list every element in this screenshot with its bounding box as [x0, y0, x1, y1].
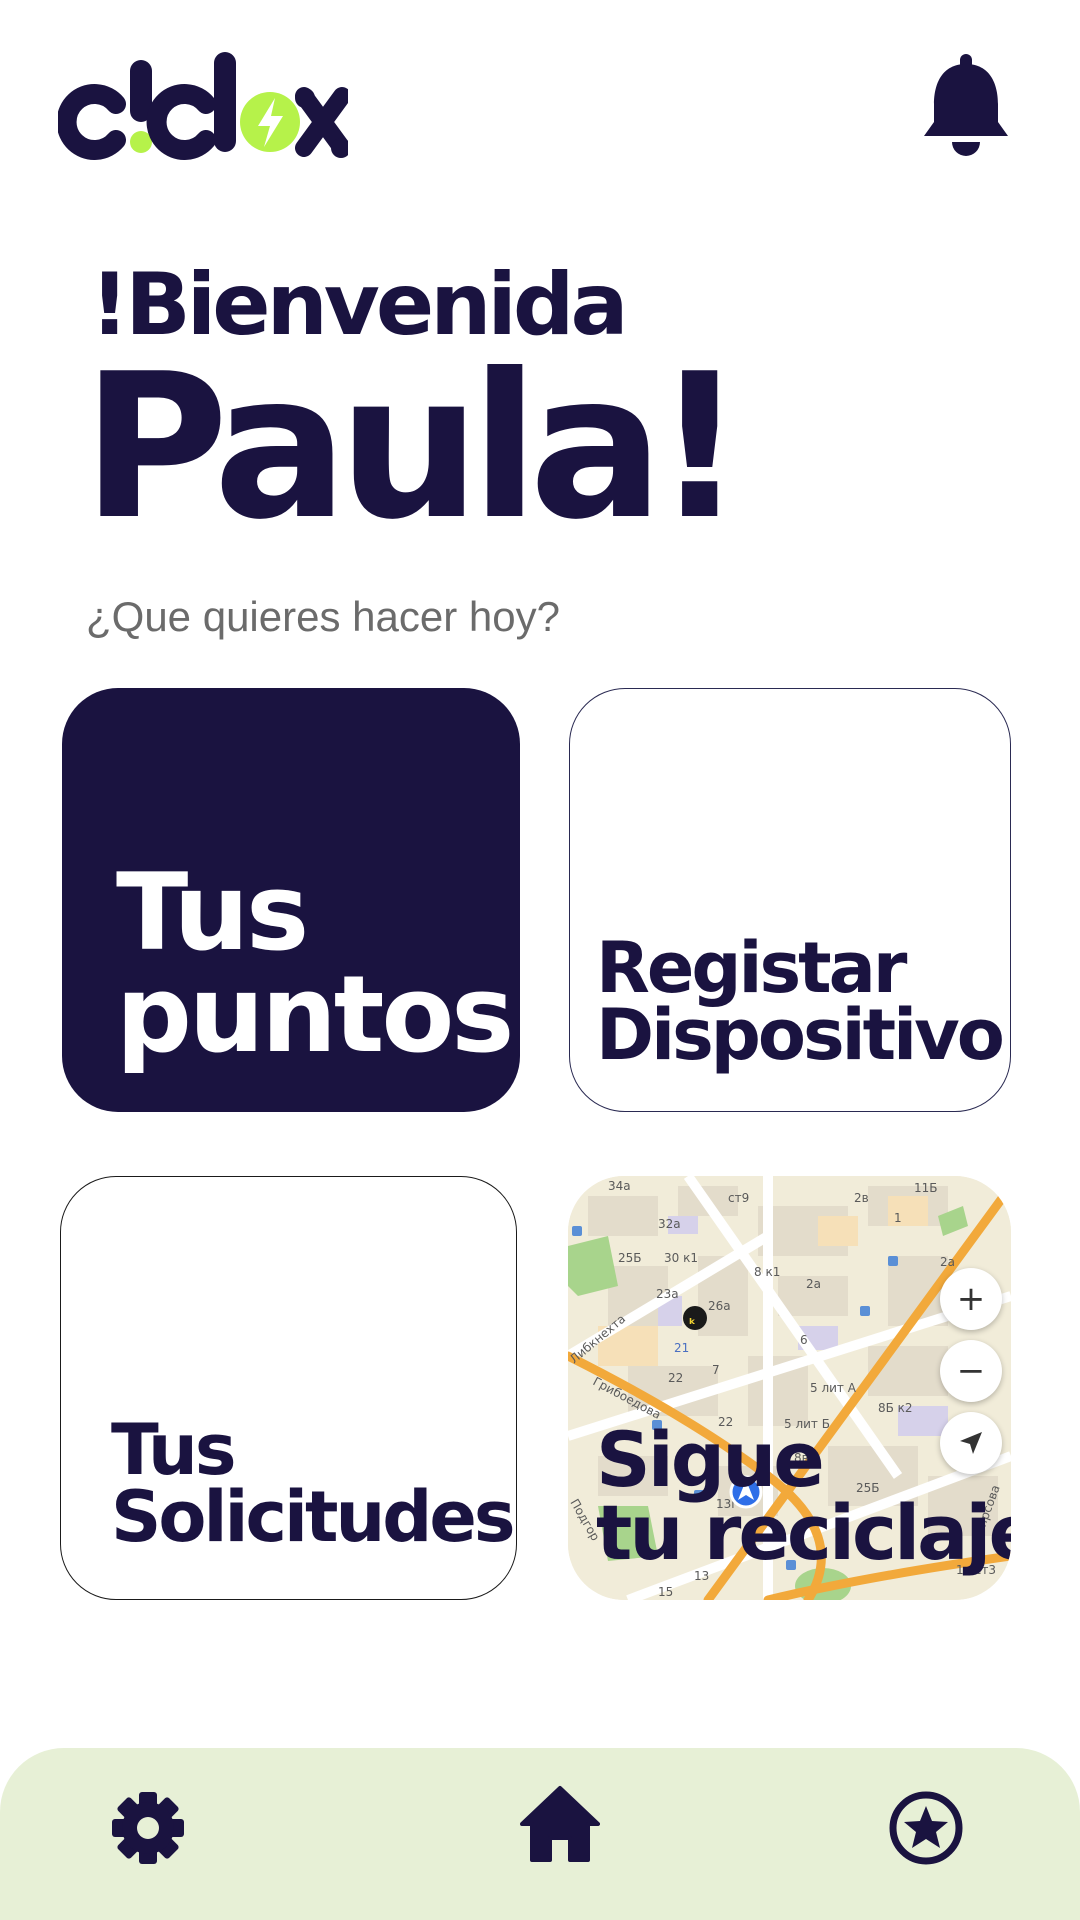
- map-label: 8 к1: [754, 1265, 780, 1279]
- home-icon[interactable]: [520, 1784, 600, 1864]
- map-label: 30 к1: [664, 1251, 698, 1265]
- user-name: Paula!: [82, 331, 745, 564]
- points-card-label: Tus puntos: [116, 851, 514, 1076]
- svg-text:ₖ: ₖ: [689, 1312, 696, 1328]
- map-label: 22: [668, 1371, 683, 1385]
- star-badge-icon[interactable]: [886, 1788, 966, 1868]
- map-label: 34a: [608, 1179, 631, 1193]
- map-label: 2в: [854, 1191, 869, 1205]
- requests-card-line1: Tus: [111, 1409, 237, 1491]
- register-card-label: Registar Dispositivo: [596, 927, 1005, 1077]
- zoom-out-button[interactable]: −: [940, 1340, 1002, 1402]
- points-card-line2: puntos: [116, 952, 514, 1076]
- requests-card-label: Tus Solicitudes: [111, 1409, 516, 1559]
- map-label: 5 лит А: [810, 1381, 857, 1395]
- map-label: 7: [712, 1363, 720, 1377]
- track-card-label: Sigue tu reciclaje: [596, 1415, 1011, 1577]
- requests-card-line2: Solicitudes: [111, 1476, 516, 1559]
- points-card[interactable]: Tus puntos: [62, 688, 520, 1112]
- map-label: 2a: [940, 1255, 955, 1269]
- track-card-line2: tu reciclaje: [596, 1487, 1011, 1577]
- gear-icon[interactable]: [108, 1788, 188, 1868]
- register-card-line1: Registar: [596, 927, 907, 1009]
- map-label: 6: [800, 1333, 808, 1347]
- map-label: 32a: [658, 1217, 681, 1231]
- track-recycling-card[interactable]: 34a 32a 25Б 30 к1 23a 26a 21 22 7 6 22 5…: [568, 1176, 1011, 1600]
- bell-icon[interactable]: [920, 54, 1012, 158]
- zoom-out-label: −: [956, 1351, 986, 1391]
- register-device-card[interactable]: Registar Dispositivo: [569, 688, 1011, 1112]
- map-label: 25Б: [618, 1251, 642, 1265]
- bottom-navbar: [0, 1748, 1080, 1920]
- map-label: 8Б к2: [878, 1401, 913, 1415]
- track-card-line1: Sigue: [596, 1415, 825, 1504]
- prompt-question: ¿Que quieres hacer hoy?: [86, 593, 560, 640]
- map-label: ст9: [728, 1191, 749, 1205]
- map-label: 1: [894, 1211, 902, 1225]
- map-label: 2а: [806, 1277, 821, 1291]
- map-label: 15: [658, 1585, 673, 1599]
- zoom-in-button[interactable]: +: [940, 1268, 1002, 1330]
- points-card-line1: Tus: [116, 851, 309, 974]
- register-card-line2: Dispositivo: [596, 994, 1005, 1077]
- requests-card[interactable]: Tus Solicitudes: [60, 1176, 517, 1600]
- map-label: 21: [674, 1341, 689, 1355]
- map-label: 26a: [708, 1299, 731, 1313]
- map-label: 11Б: [914, 1181, 938, 1195]
- ciclox-logo: [58, 52, 348, 160]
- zoom-in-label: +: [956, 1279, 986, 1319]
- map-label: 23a: [656, 1287, 679, 1301]
